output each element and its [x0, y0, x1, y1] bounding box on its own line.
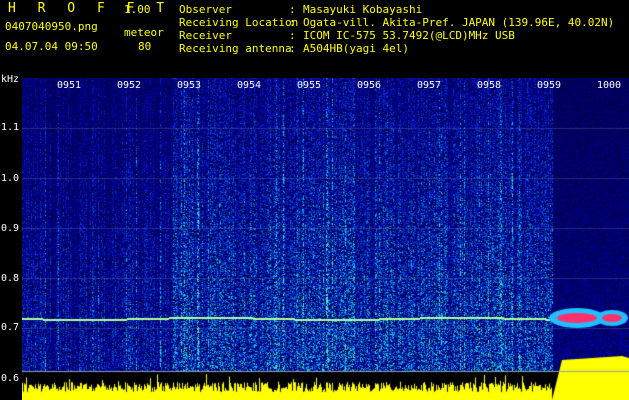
- info-value: Masayuki Kobayashi: [303, 3, 423, 16]
- y-tick: 1.1: [1, 122, 20, 133]
- meteor-count: 80: [138, 40, 152, 53]
- info-label: Receiving antenna: [179, 42, 292, 55]
- file-name: 0407040950.png: [5, 20, 98, 33]
- x-tick: 0959: [537, 80, 562, 91]
- app-version: 1.00: [124, 3, 151, 16]
- x-tick: 0958: [477, 80, 502, 91]
- x-tick: 0956: [357, 80, 382, 91]
- info-row-antenna: Receiving antenna: A504HB(yagi 4el): [179, 42, 409, 55]
- x-tick: 0957: [417, 80, 442, 91]
- y-tick: 0.6: [1, 373, 20, 384]
- spectrogram-canvas: [22, 78, 629, 400]
- info-row-location: Receiving Location: Ogata-vill. Akita-Pre…: [179, 16, 615, 29]
- y-tick: 0.9: [1, 223, 20, 234]
- info-row-observer: Observer: Masayuki Kobayashi: [179, 3, 423, 16]
- x-tick: 0951: [57, 80, 82, 91]
- info-row-receiver: Receiver: ICOM IC-575 53.7492(@LCD)MHz US…: [179, 29, 515, 42]
- x-tick: 0952: [117, 80, 142, 91]
- observation-datetime: 04.07.04 09:50: [5, 40, 98, 53]
- info-value: ICOM IC-575 53.7492(@LCD)MHz USB: [303, 29, 515, 42]
- y-tick: 0.8: [1, 273, 20, 284]
- x-tick: 1000: [597, 80, 622, 91]
- observation-mode: meteor: [124, 26, 164, 39]
- x-tick: 0954: [237, 80, 262, 91]
- info-label: Receiving Location: [179, 16, 299, 29]
- info-label: Receiver: [179, 29, 232, 42]
- x-tick: 0955: [297, 80, 322, 91]
- x-tick: 0953: [177, 80, 202, 91]
- y-axis-unit: kHz: [1, 74, 20, 85]
- info-value: A504HB(yagi 4el): [303, 42, 409, 55]
- info-value: Ogata-vill. Akita-Pref. JAPAN (139.96E, …: [303, 16, 615, 29]
- info-label: Observer: [179, 3, 232, 16]
- y-tick: 0.7: [1, 322, 20, 333]
- y-tick: 1.0: [1, 173, 20, 184]
